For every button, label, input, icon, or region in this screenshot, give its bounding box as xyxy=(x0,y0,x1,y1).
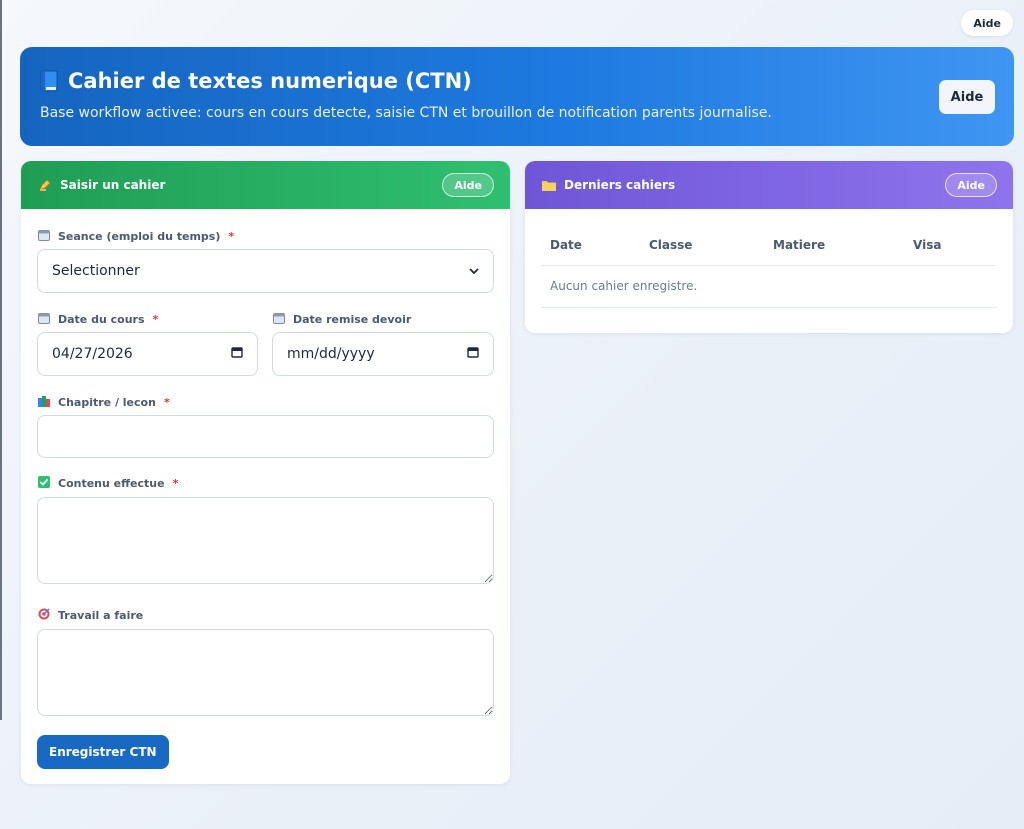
page-title-row: Cahier de textes numerique (CTN) xyxy=(40,69,994,93)
chevron-down-icon xyxy=(469,263,479,279)
contenu-label: Contenu effectue * xyxy=(38,476,178,491)
date-cours-label-text: Date du cours xyxy=(58,313,145,326)
required-mark: * xyxy=(172,477,179,490)
window-edge xyxy=(0,0,2,720)
form-card-header: Saisir un cahier Aide xyxy=(21,161,510,209)
seance-select[interactable]: Selectionner xyxy=(37,249,494,293)
folder-icon xyxy=(542,179,556,191)
save-ctn-button[interactable]: Enregistrer CTN xyxy=(37,735,169,769)
required-mark: * xyxy=(163,396,170,409)
required-mark: * xyxy=(152,313,159,326)
date-cours-label: Date du cours * xyxy=(38,312,158,327)
travail-label: Travail a faire xyxy=(38,608,143,623)
writing-hand-icon xyxy=(38,178,52,192)
list-card-header: Derniers cahiers Aide xyxy=(525,161,1013,209)
notebooks-table: Date Classe Matiere Visa Aucun cahier en… xyxy=(541,225,997,308)
table-header-row: Date Classe Matiere Visa xyxy=(541,225,997,266)
col-classe[interactable]: Classe xyxy=(640,225,764,266)
form-card: Saisir un cahier Aide Seance (emploi du … xyxy=(21,161,510,784)
date-cours-input[interactable]: 04/27/2026 xyxy=(37,332,258,376)
page-subtitle: Base workflow activee: cours en cours de… xyxy=(40,105,772,121)
recent-notebooks-card: Derniers cahiers Aide Date Classe Matier… xyxy=(525,161,1013,333)
hero-help-button[interactable]: Aide xyxy=(939,80,995,114)
list-help-button[interactable]: Aide xyxy=(945,173,997,197)
books-icon xyxy=(38,395,50,410)
calendar-picker-icon[interactable] xyxy=(231,346,243,362)
seance-label-text: Seance (emploi du temps) xyxy=(58,230,221,243)
chapitre-label: Chapitre / lecon * xyxy=(38,395,170,410)
chapitre-input[interactable] xyxy=(37,415,494,458)
table-row: Aucun cahier enregistre. xyxy=(541,265,997,308)
chapitre-label-text: Chapitre / lecon xyxy=(58,396,156,409)
form-help-button[interactable]: Aide xyxy=(442,173,494,197)
required-mark: * xyxy=(228,230,235,243)
col-date[interactable]: Date xyxy=(541,225,640,266)
page-title: Cahier de textes numerique (CTN) xyxy=(68,69,472,93)
calendar-icon xyxy=(38,312,50,327)
date-remise-input[interactable]: mm/dd/yyyy xyxy=(272,332,494,376)
list-card-title: Derniers cahiers xyxy=(564,178,676,192)
top-help-button[interactable]: Aide xyxy=(961,10,1013,36)
date-remise-value: mm/dd/yyyy xyxy=(287,346,375,362)
col-matiere[interactable]: Matiere xyxy=(764,225,904,266)
col-visa[interactable]: Visa xyxy=(904,225,997,266)
seance-select-value: Selectionner xyxy=(52,263,140,279)
travail-label-text: Travail a faire xyxy=(58,609,144,622)
contenu-label-text: Contenu effectue xyxy=(58,477,165,490)
travail-textarea[interactable] xyxy=(37,629,494,716)
page: Aide Cahier de textes numerique (CTN) Ba… xyxy=(0,0,1024,829)
calendar-icon xyxy=(38,229,50,244)
check-box-icon xyxy=(38,476,50,491)
date-remise-label-text: Date remise devoir xyxy=(293,313,412,326)
calendar-picker-icon[interactable] xyxy=(467,346,479,362)
form-card-title: Saisir un cahier xyxy=(60,178,166,192)
seance-label: Seance (emploi du temps) * xyxy=(38,229,234,244)
empty-message: Aucun cahier enregistre. xyxy=(541,265,997,308)
hero-banner: Cahier de textes numerique (CTN) Base wo… xyxy=(20,47,1014,146)
calendar-icon xyxy=(273,312,285,327)
target-icon xyxy=(38,608,50,623)
book-icon xyxy=(40,70,58,92)
contenu-textarea[interactable] xyxy=(37,497,494,584)
date-cours-value: 04/27/2026 xyxy=(52,346,133,362)
date-remise-label: Date remise devoir xyxy=(273,312,411,327)
